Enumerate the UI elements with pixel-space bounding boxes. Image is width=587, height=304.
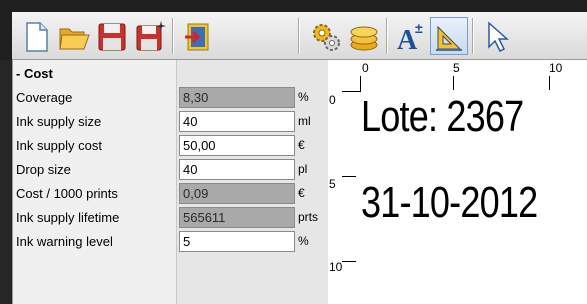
property-label: Cost / 1000 prints bbox=[16, 186, 118, 201]
ruler-left-label: 5 bbox=[329, 177, 336, 191]
exit-button[interactable] bbox=[178, 17, 216, 55]
ink-supply-size-field[interactable]: 40 bbox=[179, 111, 295, 132]
group-header-cost[interactable]: - Cost bbox=[16, 66, 53, 81]
ruler-tick bbox=[453, 76, 454, 90]
ink-supply-lifetime-field: 565611 bbox=[179, 207, 295, 228]
save-disk-icon bbox=[98, 23, 126, 51]
ruler-button[interactable] bbox=[430, 17, 468, 55]
coins-icon bbox=[350, 26, 378, 51]
ruler-tick bbox=[360, 76, 361, 92]
property-row-ink-warning-level: Ink warning level 5 % bbox=[13, 230, 328, 254]
exit-door-icon bbox=[185, 23, 209, 51]
ruler-top-label: 10 bbox=[549, 61, 563, 75]
property-label: Drop size bbox=[16, 162, 71, 177]
ruler-left-label: 10 bbox=[329, 260, 343, 274]
save-file-button[interactable] bbox=[92, 17, 130, 55]
save-as-disk-icon bbox=[136, 21, 166, 51]
toolbar-separator bbox=[172, 18, 174, 54]
ruler-left-label: 0 bbox=[329, 93, 336, 107]
settings-button[interactable] bbox=[306, 17, 344, 55]
pointer-icon bbox=[488, 21, 509, 53]
ruler-tick bbox=[549, 76, 550, 90]
property-unit: € bbox=[298, 186, 305, 200]
gears-icon bbox=[313, 24, 340, 51]
property-unit: ml bbox=[298, 114, 311, 128]
add-text-button[interactable]: A ± bbox=[392, 17, 430, 55]
property-unit: % bbox=[298, 90, 309, 104]
cost-button[interactable] bbox=[344, 17, 382, 55]
property-unit: prts bbox=[298, 210, 319, 224]
new-file-button[interactable] bbox=[16, 17, 54, 55]
add-text-icon: A ± bbox=[397, 20, 423, 55]
cost-per-1000-prints-field: 0,09 bbox=[179, 183, 295, 204]
property-label: Ink supply cost bbox=[16, 138, 102, 153]
window-edge bbox=[0, 60, 12, 304]
ruler-tick bbox=[342, 261, 356, 262]
ruler-tick bbox=[342, 176, 356, 177]
drop-size-field[interactable]: 40 bbox=[179, 159, 295, 180]
label-preview-canvas[interactable]: 0 5 10 0 5 10 Lote: 2367 31-10-2012 bbox=[328, 60, 587, 304]
property-row-ink-supply-size: Ink supply size 40 ml bbox=[13, 110, 328, 134]
property-unit: % bbox=[298, 234, 309, 248]
property-grid: - Cost Coverage 8,30 % Ink supply size 4… bbox=[12, 60, 328, 304]
toolbar-separator bbox=[298, 18, 300, 54]
property-row-ink-supply-cost: Ink supply cost 50,00 € bbox=[13, 134, 328, 158]
property-label: Ink warning level bbox=[16, 234, 113, 249]
print-text-date[interactable]: 31-10-2012 bbox=[361, 178, 538, 228]
coverage-field: 8,30 bbox=[179, 87, 295, 108]
property-label: Ink supply lifetime bbox=[16, 210, 120, 225]
property-label: Ink supply size bbox=[16, 114, 102, 129]
svg-text:±: ± bbox=[415, 20, 423, 36]
toolbar: A ± bbox=[12, 12, 587, 60]
property-label: Coverage bbox=[16, 90, 73, 105]
ruler-top-label: 5 bbox=[453, 61, 460, 75]
print-text-lot[interactable]: Lote: 2367 bbox=[361, 92, 524, 142]
toolbar-separator bbox=[472, 18, 474, 54]
ruler-tick bbox=[342, 91, 360, 92]
open-file-button[interactable] bbox=[54, 17, 92, 55]
property-row-cost-per-1000: Cost / 1000 prints 0,09 € bbox=[13, 182, 328, 206]
property-unit: pl bbox=[298, 162, 308, 176]
ink-warning-level-field[interactable]: 5 bbox=[179, 231, 295, 252]
ink-supply-cost-field[interactable]: 50,00 bbox=[179, 135, 295, 156]
property-row-drop-size: Drop size 40 pl bbox=[13, 158, 328, 182]
property-row-ink-supply-lifetime: Ink supply lifetime 565611 prts bbox=[13, 206, 328, 230]
select-button[interactable] bbox=[478, 17, 516, 55]
save-as-button[interactable] bbox=[130, 17, 168, 55]
open-folder-icon bbox=[59, 28, 90, 50]
property-unit: € bbox=[298, 138, 305, 152]
ruler-top-label: 0 bbox=[362, 61, 369, 75]
toolbar-separator bbox=[386, 18, 388, 54]
ruler-icon bbox=[436, 25, 462, 51]
new-document-icon bbox=[26, 22, 48, 52]
property-row-coverage: Coverage 8,30 % bbox=[13, 86, 328, 110]
